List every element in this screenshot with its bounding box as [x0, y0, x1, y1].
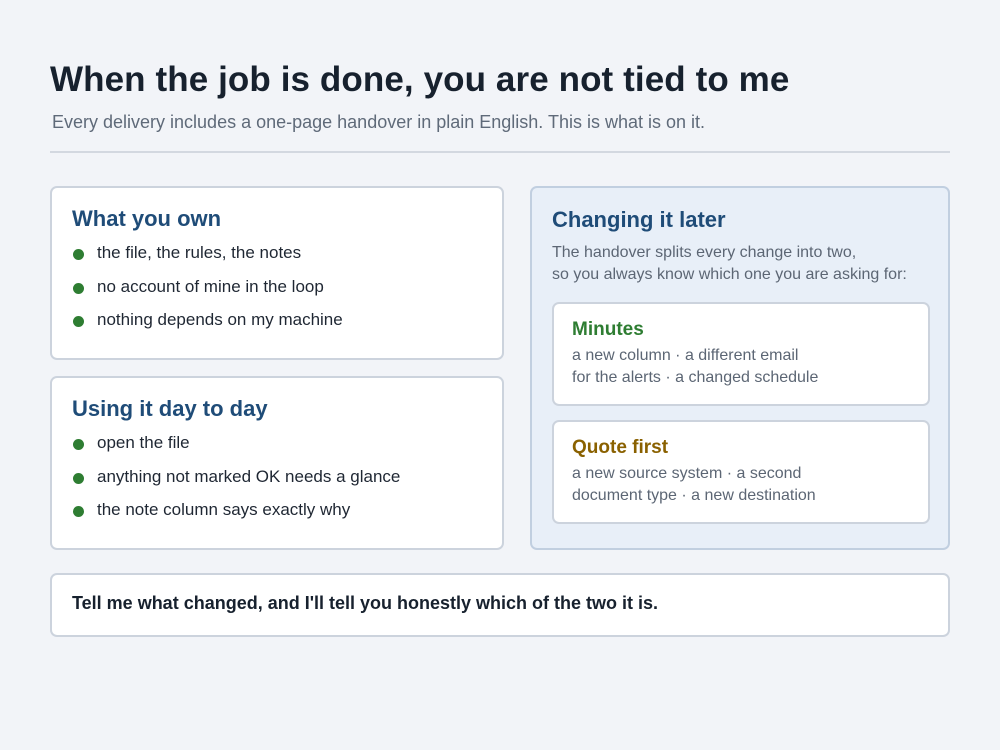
intro-line: The handover splits every change into tw… — [552, 244, 857, 261]
list-item-text: the file, the rules, the notes — [97, 243, 302, 262]
bullet-dot-icon — [73, 506, 84, 517]
list-item-text: no account of mine in the loop — [97, 276, 324, 296]
description-line: a new column · a different email — [572, 347, 799, 364]
list-item-text: anything not marked OK needs a glance — [97, 466, 401, 486]
bullet-dot-icon — [73, 282, 84, 294]
minutes-description: a new column · a different email for the… — [572, 345, 818, 389]
minutes-card: Minutes a new column · a different email… — [552, 302, 930, 406]
list-item: nothing depends on my machine — [72, 309, 343, 343]
quote-first-title: Quote first — [572, 437, 669, 458]
bullet-dot-icon — [73, 439, 84, 450]
list-item-text: nothing depends on my machine — [97, 310, 343, 329]
description-line: a new source system · a second — [572, 465, 802, 482]
changing-it-later-title: Changing it later — [552, 207, 726, 232]
list-item: the file, the rules, the notes — [72, 242, 343, 276]
bullet-dot-icon — [73, 316, 84, 327]
handover-page: When the job is done, you are not tied t… — [0, 0, 1000, 750]
list-item: no account of mine in the loop — [72, 276, 343, 310]
closing-note-card: Tell me what changed, and I'll tell you … — [50, 573, 950, 637]
what-you-own-card: What you own the file, the rules, the no… — [50, 186, 504, 360]
page-subtitle: Every delivery includes a one-page hando… — [52, 112, 706, 132]
list-item: anything not marked OK needs a glance — [72, 466, 400, 500]
list-item-text: open the file — [97, 433, 190, 452]
minutes-title: Minutes — [572, 319, 644, 340]
changing-it-later-card: Changing it later The handover splits ev… — [530, 186, 950, 550]
intro-line: so you always know which one you are ask… — [552, 266, 907, 283]
what-you-own-title: What you own — [72, 206, 222, 231]
what-you-own-list: the file, the rules, the notes no accoun… — [72, 242, 343, 343]
closing-note-text: Tell me what changed, and I'll tell you … — [72, 593, 659, 613]
page-title: When the job is done, you are not tied t… — [50, 60, 790, 99]
bullet-dot-icon — [73, 472, 84, 484]
list-item: open the file — [72, 432, 400, 466]
list-item-text: the note column says exactly why — [97, 500, 351, 519]
quote-first-card: Quote first a new source system · a seco… — [552, 420, 930, 524]
day-to-day-title: Using it day to day — [72, 396, 268, 421]
day-to-day-card: Using it day to day open the file anythi… — [50, 376, 504, 550]
bullet-dot-icon — [73, 249, 84, 260]
description-line: document type · a new destination — [572, 487, 816, 504]
day-to-day-list: open the file anything not marked OK nee… — [72, 432, 400, 533]
changing-it-later-intro: The handover splits every change into tw… — [552, 242, 907, 286]
header-divider — [50, 151, 950, 153]
list-item: the note column says exactly why — [72, 499, 400, 533]
description-line: for the alerts · a changed schedule — [572, 369, 819, 386]
quote-first-description: a new source system · a second document … — [572, 463, 816, 507]
